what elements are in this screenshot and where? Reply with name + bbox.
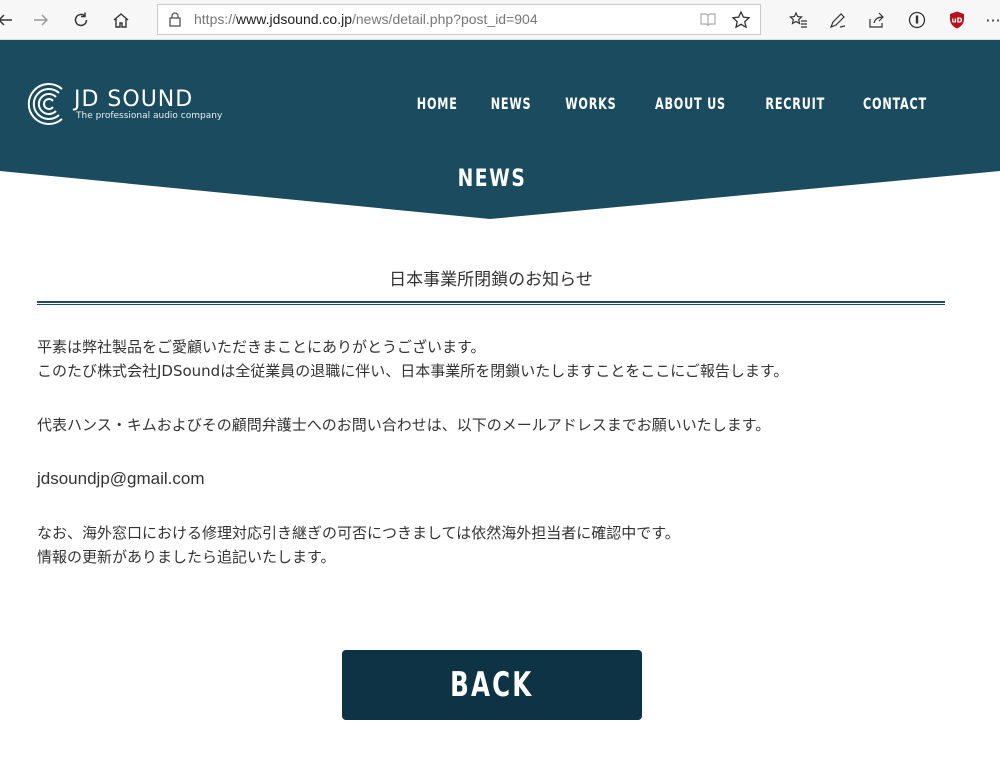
body-line: 情報の更新がありましたら追記いたします。 xyxy=(37,548,336,566)
lock-icon xyxy=(169,12,181,27)
nav-recruit[interactable]: RECRUIT xyxy=(765,92,825,116)
ublock-origin-icon[interactable]: uD xyxy=(944,7,970,33)
favorites-list-icon[interactable] xyxy=(785,7,811,33)
more-menu-icon[interactable]: ··· xyxy=(980,7,1000,33)
pen-notes-icon[interactable] xyxy=(825,7,851,33)
favorite-star-icon[interactable] xyxy=(731,10,751,30)
nav-contact[interactable]: CONTACT xyxy=(863,92,927,116)
section-title: NEWS xyxy=(457,164,527,192)
site-logo[interactable]: JD SOUND The professional audio company xyxy=(26,80,226,132)
jd-sound-logo-mark-icon xyxy=(27,83,63,125)
article-title: 日本事業所閉鎖のお知らせ xyxy=(389,270,593,290)
logo-wordmark: JD SOUND xyxy=(74,87,194,112)
svg-text:uD: uD xyxy=(952,17,963,25)
main-navigation: HOME NEWS WORKS ABOUT US RECRUIT CONTACT xyxy=(411,92,936,116)
back-button[interactable]: BACK xyxy=(342,650,642,720)
address-url: https://www.jdsound.co.jp/news/detail.ph… xyxy=(194,11,538,27)
password-manager-icon[interactable] xyxy=(904,7,930,33)
back-button-label: BACK xyxy=(450,665,534,705)
nav-works[interactable]: WORKS xyxy=(565,92,616,116)
body-line: このたび株式会社JDSoundは全従業員の退職に伴い、日本事業所を閉鎖いたします… xyxy=(37,362,789,380)
back-arrow-icon[interactable] xyxy=(0,5,20,35)
nav-about-us[interactable]: ABOUT US xyxy=(655,92,726,116)
site-header: JD SOUND The professional audio company … xyxy=(0,40,1000,220)
title-divider xyxy=(37,301,945,305)
nav-home[interactable]: HOME xyxy=(417,92,458,116)
share-icon[interactable] xyxy=(864,7,890,33)
body-line: 平素は弊社製品をご愛顧いただきまことにありがとうございます。 xyxy=(37,338,486,356)
logo-tagline: The professional audio company xyxy=(76,111,223,121)
refresh-icon[interactable] xyxy=(66,5,96,35)
forward-arrow-icon[interactable] xyxy=(26,5,56,35)
address-bar[interactable]: https://www.jdsound.co.jp/news/detail.ph… xyxy=(157,4,761,35)
browser-toolbar: https://www.jdsound.co.jp/news/detail.ph… xyxy=(0,0,1000,40)
body-line: 代表ハンス・キムおよびその顧問弁護士へのお問い合わせは、以下のメールアドレスまで… xyxy=(37,416,771,434)
contact-email: jdsoundjp@gmail.com xyxy=(37,469,205,488)
reading-view-icon[interactable] xyxy=(699,11,717,29)
article-body: 平素は弊社製品をご愛顧いただきまことにありがとうございます。 このたび株式会社J… xyxy=(37,335,957,569)
body-line: なお、海外窓口における修理対応引き継ぎの可否につきましては依然海外担当者に確認中… xyxy=(37,524,680,542)
home-icon[interactable] xyxy=(106,5,136,35)
nav-news[interactable]: NEWS xyxy=(491,92,532,116)
